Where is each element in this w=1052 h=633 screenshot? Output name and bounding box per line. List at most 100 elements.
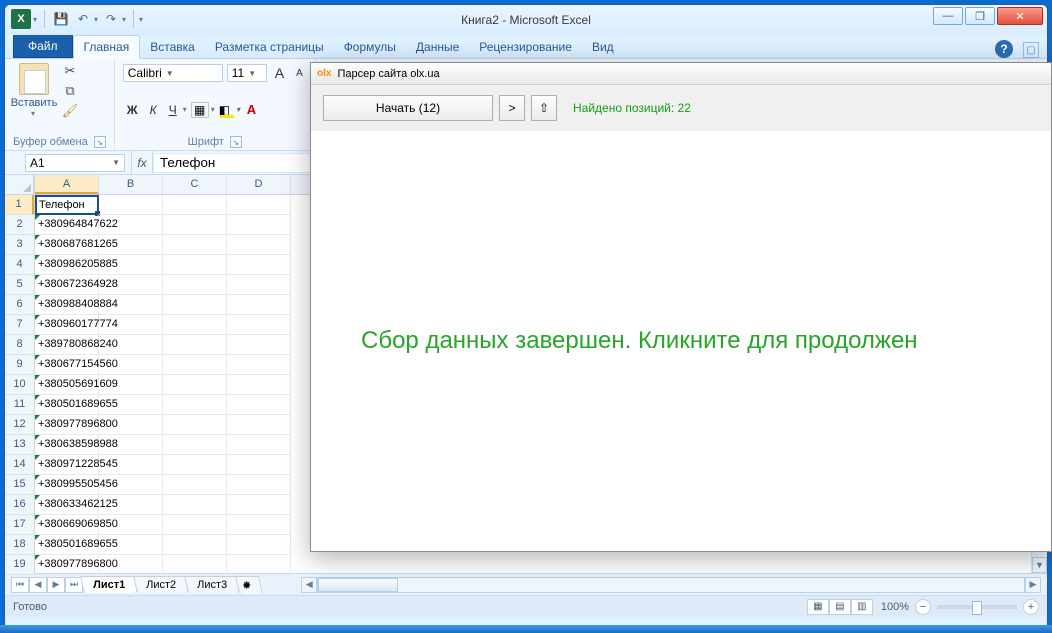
row-header[interactable]: 4	[5, 255, 34, 275]
column-header[interactable]: C	[163, 175, 227, 194]
column-header[interactable]: A	[35, 175, 99, 194]
close-button[interactable]: ✕	[997, 7, 1043, 25]
borders-icon[interactable]: ▦	[191, 102, 209, 118]
borders-chevron-icon[interactable]: ▾	[211, 105, 215, 114]
tab-home[interactable]: Главная	[73, 35, 141, 59]
cell[interactable]	[163, 395, 227, 415]
cell[interactable]	[227, 535, 291, 555]
row-header[interactable]: 14	[5, 455, 34, 475]
cell[interactable]	[99, 515, 163, 535]
sheet-tab[interactable]: Лист1	[80, 576, 138, 593]
cell[interactable]	[227, 315, 291, 335]
cell[interactable]	[99, 195, 163, 215]
save-icon[interactable]: 💾	[52, 10, 70, 28]
parser-up-button[interactable]: ⇧	[531, 95, 557, 121]
cell[interactable]	[99, 395, 163, 415]
parser-next-button[interactable]: >	[499, 95, 525, 121]
cell[interactable]	[163, 355, 227, 375]
paste-button[interactable]: Вставить ▾	[13, 63, 55, 119]
row-header[interactable]: 8	[5, 335, 34, 355]
row-header[interactable]: 13	[5, 435, 34, 455]
cell[interactable]	[99, 375, 163, 395]
row-header[interactable]: 9	[5, 355, 34, 375]
cell[interactable]	[163, 555, 227, 575]
horizontal-scrollbar[interactable]: ◀ ▶	[301, 577, 1041, 593]
scroll-down-icon[interactable]: ▼	[1032, 557, 1047, 573]
underline-button[interactable]: Ч	[165, 101, 181, 119]
tab-insert[interactable]: Вставка	[140, 36, 205, 58]
cell[interactable]	[227, 235, 291, 255]
scroll-left-icon[interactable]: ◀	[301, 577, 317, 593]
new-sheet-icon[interactable]: ✸	[235, 576, 263, 594]
cell[interactable]	[99, 455, 163, 475]
cell[interactable]	[99, 435, 163, 455]
cell[interactable]	[227, 375, 291, 395]
cell[interactable]: +380977896800	[35, 555, 99, 575]
cell[interactable]	[163, 475, 227, 495]
cell[interactable]	[227, 295, 291, 315]
cell[interactable]	[163, 275, 227, 295]
app-menu-chevron-icon[interactable]: ▾	[33, 15, 37, 24]
cell[interactable]	[99, 475, 163, 495]
cell[interactable]	[99, 415, 163, 435]
italic-button[interactable]: К	[146, 101, 161, 119]
cell[interactable]	[163, 535, 227, 555]
cell[interactable]	[99, 275, 163, 295]
cell[interactable]: +380960177774	[35, 315, 99, 335]
column-header[interactable]: D	[227, 175, 291, 194]
cell[interactable]: +380633462125	[35, 495, 99, 515]
row-header[interactable]: 1	[5, 195, 34, 215]
undo-chevron-icon[interactable]: ▾	[94, 15, 98, 24]
name-box[interactable]: A1▼	[25, 154, 125, 172]
bold-button[interactable]: Ж	[123, 101, 142, 119]
row-header[interactable]: 19	[5, 555, 34, 575]
cell[interactable]	[163, 235, 227, 255]
row-header[interactable]: 16	[5, 495, 34, 515]
cell[interactable]	[227, 475, 291, 495]
cell[interactable]	[99, 215, 163, 235]
sheet-nav-next-icon[interactable]: ▶	[47, 577, 65, 593]
tab-view[interactable]: Вид	[582, 36, 624, 58]
cell[interactable]	[163, 375, 227, 395]
cell[interactable]: +380638598988	[35, 435, 99, 455]
sheet-nav-first-icon[interactable]: ⏮	[11, 577, 29, 593]
cell[interactable]	[227, 355, 291, 375]
parser-message-area[interactable]: Сбор данных завершен. Кликните для продо…	[311, 131, 1051, 551]
cell[interactable]	[99, 535, 163, 555]
tab-review[interactable]: Рецензирование	[469, 36, 582, 58]
grow-font-icon[interactable]: A	[271, 63, 288, 83]
zoom-in-icon[interactable]: +	[1023, 599, 1039, 615]
row-header[interactable]: 7	[5, 315, 34, 335]
cell[interactable]	[227, 415, 291, 435]
qat-customize-chevron-icon[interactable]: ▾	[139, 15, 143, 24]
cell[interactable]: +380501689655	[35, 395, 99, 415]
cell[interactable]	[99, 495, 163, 515]
cell[interactable]	[227, 435, 291, 455]
undo-icon[interactable]: ↶	[74, 10, 92, 28]
cell[interactable]	[99, 355, 163, 375]
cell[interactable]	[99, 295, 163, 315]
cell[interactable]: +380977896800	[35, 415, 99, 435]
cell[interactable]	[227, 215, 291, 235]
cell[interactable]	[163, 515, 227, 535]
row-header[interactable]: 3	[5, 235, 34, 255]
cell[interactable]	[227, 515, 291, 535]
cell[interactable]: Телефон	[35, 195, 99, 215]
cell[interactable]	[227, 275, 291, 295]
file-tab[interactable]: Файл	[13, 34, 73, 58]
tab-formulas[interactable]: Формулы	[334, 36, 406, 58]
view-page-layout-icon[interactable]: ▤	[829, 599, 851, 615]
font-size-combo[interactable]: 11▼	[227, 64, 267, 82]
cell[interactable]: +380964847622	[35, 215, 99, 235]
help-icon[interactable]: ?	[995, 40, 1013, 58]
cell[interactable]	[99, 255, 163, 275]
cell[interactable]: +380501689655	[35, 535, 99, 555]
ribbon-minimize-icon[interactable]: ▢	[1023, 42, 1039, 58]
redo-icon[interactable]: ↷	[102, 10, 120, 28]
row-header[interactable]: 17	[5, 515, 34, 535]
cell[interactable]	[99, 235, 163, 255]
cell[interactable]: +380986205885	[35, 255, 99, 275]
row-header[interactable]: 12	[5, 415, 34, 435]
cell[interactable]: +380677154560	[35, 355, 99, 375]
cut-icon[interactable]: ✂	[61, 63, 79, 79]
